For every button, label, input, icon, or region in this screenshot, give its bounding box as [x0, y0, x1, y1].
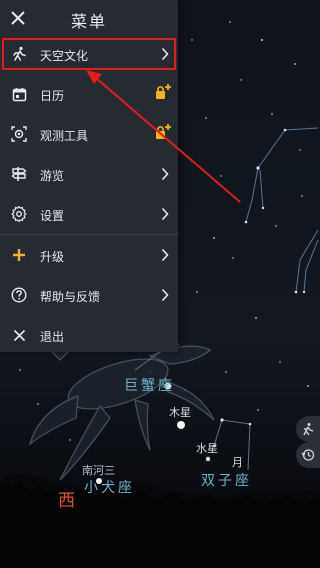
- compass-target-icon: [303, 423, 314, 436]
- compass-west: 西: [58, 491, 75, 511]
- menu-item-label: 退出: [40, 330, 65, 344]
- menu-item-label: 设置: [40, 209, 65, 223]
- gemini-name[interactable]: 双子座: [201, 470, 252, 490]
- plus-icon: [11, 247, 27, 263]
- chevron-right-icon: [161, 47, 169, 61]
- menu-item-label: 升级: [40, 250, 65, 264]
- signpost-icon: [11, 166, 27, 182]
- menu-title: 菜单: [70, 12, 107, 31]
- history-icon: [301, 449, 315, 461]
- menu-item-upgrade[interactable]: 升级: [0, 235, 178, 275]
- menu-item-label: 日历: [40, 89, 65, 103]
- procyon-label[interactable]: 南河三: [82, 462, 115, 478]
- close-icon: [11, 327, 27, 343]
- chevron-right-icon: [161, 248, 169, 262]
- menu-item-sky-culture[interactable]: 天空文化: [2, 38, 176, 70]
- running-figure-icon: [11, 46, 27, 62]
- cancer-name[interactable]: 巨蟹座: [124, 375, 175, 395]
- mercury-dot: [205, 456, 211, 462]
- canis-minor-name[interactable]: 小犬座: [84, 477, 135, 497]
- moon-label[interactable]: 月: [232, 454, 243, 470]
- menu-header: 菜单: [0, 0, 178, 36]
- history-button[interactable]: [296, 442, 320, 468]
- menu-item-tour[interactable]: 游览: [0, 154, 178, 194]
- gear-icon: [11, 206, 27, 222]
- menu-item-observation-tools[interactable]: 观测工具: [0, 114, 178, 154]
- help-circle-icon: [11, 287, 27, 303]
- calendar-icon: [11, 86, 27, 102]
- menu-item-exit[interactable]: 退出: [0, 315, 178, 355]
- menu-item-calendar[interactable]: 日历: [0, 74, 178, 114]
- menu-item-label: 天空文化: [40, 49, 89, 63]
- side-menu: 菜单 天空文化 日历 观测工具 游览 设置 升级 帮助与反馈 退出: [0, 0, 178, 352]
- jupiter-label[interactable]: 木星: [169, 404, 191, 420]
- chevron-right-icon: [161, 167, 169, 181]
- menu-item-label: 观测工具: [40, 129, 89, 143]
- observe-target-icon: [11, 126, 27, 142]
- menu-item-label: 帮助与反馈: [40, 290, 101, 304]
- lock-plus-icon: [156, 124, 171, 139]
- compass-target-button[interactable]: [296, 416, 320, 442]
- menu-item-label: 游览: [40, 169, 65, 183]
- menu-item-help-feedback[interactable]: 帮助与反馈: [0, 275, 178, 315]
- jupiter-dot: [177, 421, 185, 429]
- mercury-label[interactable]: 水星: [196, 440, 218, 456]
- menu-item-settings[interactable]: 设置: [0, 194, 178, 234]
- chevron-right-icon: [161, 207, 169, 221]
- lock-plus-icon: [156, 84, 171, 99]
- chevron-right-icon: [161, 288, 169, 302]
